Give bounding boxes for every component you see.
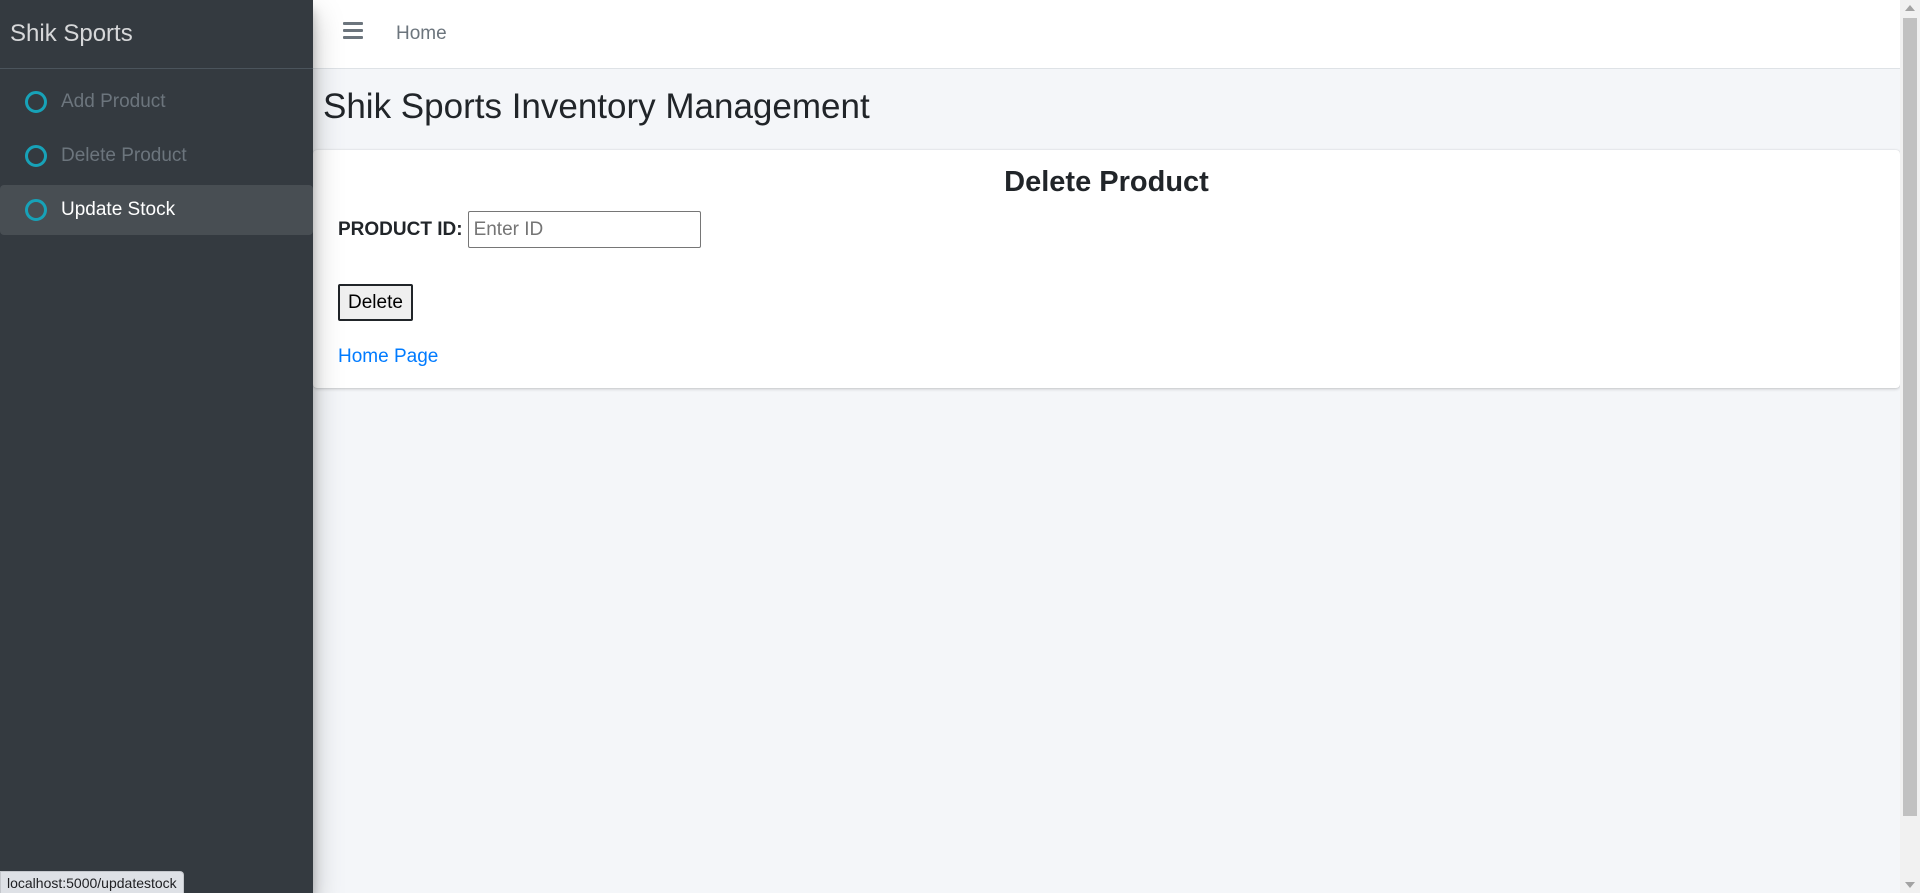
product-id-row: PRODUCT ID: — [338, 211, 701, 248]
page-title: Shik Sports Inventory Management — [323, 87, 870, 126]
scroll-thumb[interactable] — [1903, 18, 1917, 816]
top-navbar: Home — [313, 0, 1900, 69]
product-id-input[interactable] — [467, 211, 701, 248]
home-page-link[interactable]: Home Page — [338, 346, 438, 368]
sidebar-item-add-product[interactable]: Add Product — [0, 77, 313, 127]
product-id-label: PRODUCT ID: — [338, 218, 463, 240]
vertical-scrollbar[interactable] — [1900, 0, 1920, 893]
delete-product-card: Delete Product PRODUCT ID: Delete Home P… — [313, 150, 1900, 388]
status-bar-url: localhost:5000/updatestock — [0, 871, 184, 893]
sidebar-item-label: Add Product — [61, 91, 166, 112]
scroll-down-icon[interactable] — [1905, 882, 1915, 888]
brand-link[interactable]: Shik Sports — [0, 0, 313, 69]
sidebar-item-update-stock[interactable]: Update Stock — [0, 185, 313, 235]
circle-icon — [25, 199, 47, 221]
card-title: Delete Product — [1004, 166, 1209, 198]
sidebar-item-delete-product[interactable]: Delete Product — [0, 131, 313, 181]
sidebar-item-label: Update Stock — [61, 199, 176, 220]
content-wrapper: Shik Sports Inventory Management Delete … — [313, 69, 1900, 893]
sidebar-nav: Add Product Delete Product Update Stock — [0, 69, 313, 235]
circle-icon — [25, 145, 47, 167]
circle-icon — [25, 91, 47, 113]
nav-home-link[interactable]: Home — [396, 23, 447, 45]
sidebar: Shik Sports Add Product Delete Product U… — [0, 0, 313, 893]
brand-text: Shik Sports — [10, 20, 133, 47]
scroll-up-icon[interactable] — [1905, 5, 1915, 11]
hamburger-icon[interactable] — [343, 21, 363, 39]
sidebar-item-label: Delete Product — [61, 145, 187, 166]
delete-button[interactable]: Delete — [338, 284, 413, 321]
